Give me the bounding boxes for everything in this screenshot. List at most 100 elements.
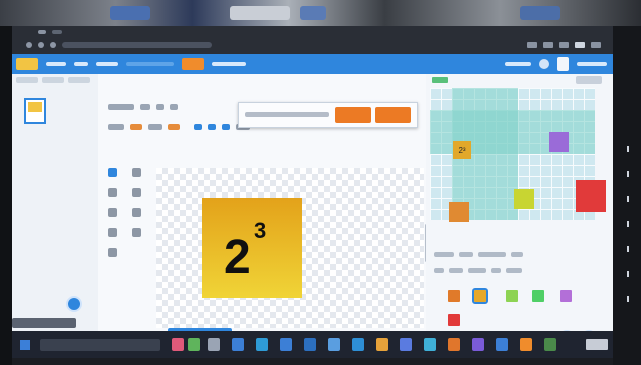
stroke-label <box>148 124 162 130</box>
profile-icon[interactable] <box>575 42 585 48</box>
taskbar-app-icon[interactable] <box>280 338 292 351</box>
menu-icon[interactable] <box>591 42 601 48</box>
color-swatch[interactable] <box>532 290 544 302</box>
grid-tile[interactable] <box>549 132 569 152</box>
arrange-icon[interactable] <box>222 124 230 130</box>
grid-tile[interactable] <box>449 202 469 222</box>
menu-item[interactable] <box>96 62 118 66</box>
reload-icon[interactable] <box>50 42 56 48</box>
color-swatch[interactable] <box>560 290 572 302</box>
avatar[interactable] <box>557 57 569 71</box>
account-menu[interactable] <box>577 62 607 66</box>
browser-tab-strip <box>38 30 598 38</box>
hand-tool-icon[interactable] <box>132 168 141 177</box>
taskbar-app-icon[interactable] <box>232 338 244 351</box>
stroke-color-swatch[interactable] <box>168 124 180 130</box>
taskbar-clock[interactable] <box>586 339 608 350</box>
start-menu-icon[interactable] <box>20 340 30 350</box>
menu-item[interactable] <box>212 62 246 66</box>
taskbar-app-icon[interactable] <box>256 338 268 351</box>
address-bar[interactable] <box>62 42 212 48</box>
add-page-fab-icon[interactable] <box>66 296 82 312</box>
extension-icon[interactable] <box>527 42 537 48</box>
color-swatch[interactable] <box>506 290 518 302</box>
panel-tabs <box>16 77 94 85</box>
bold-icon[interactable] <box>156 104 164 110</box>
filter-chip[interactable] <box>434 252 454 257</box>
dialog-secondary-button[interactable] <box>375 107 411 123</box>
background-photo-strip <box>0 0 641 26</box>
taskbar-app-icon[interactable] <box>304 338 316 351</box>
menu-item[interactable] <box>46 62 66 66</box>
extension-icon[interactable] <box>543 42 553 48</box>
select-tool-icon[interactable] <box>108 168 117 177</box>
category-chip[interactable] <box>468 268 486 273</box>
taskbar-app-icon[interactable] <box>448 338 460 351</box>
align-icon[interactable] <box>194 124 202 130</box>
color-swatch[interactable] <box>448 290 460 302</box>
font-select[interactable] <box>108 104 134 110</box>
pencil-tool-icon[interactable] <box>108 188 117 197</box>
text-tool-icon[interactable] <box>132 208 141 217</box>
color-swatch[interactable] <box>448 314 460 326</box>
power-image-card[interactable]: 2 3 <box>202 198 302 298</box>
line-tool-icon[interactable] <box>108 228 117 237</box>
grid-tile[interactable] <box>576 180 606 212</box>
tab-layers[interactable] <box>42 77 64 83</box>
menu-item[interactable] <box>505 62 531 66</box>
category-chip[interactable] <box>506 268 522 273</box>
font-size-select[interactable] <box>140 104 150 110</box>
app-header <box>12 54 613 74</box>
tab-pages[interactable] <box>16 77 38 83</box>
shape-tool-icon[interactable] <box>132 228 141 237</box>
filter-chip[interactable] <box>511 252 523 257</box>
fill-color-swatch[interactable] <box>130 124 142 130</box>
distribute-icon[interactable] <box>208 124 216 130</box>
taskbar-app-icon[interactable] <box>400 338 412 351</box>
category-chip[interactable] <box>434 268 444 273</box>
tool-palette <box>108 168 148 268</box>
monitor-screen: 2 3 2³ <box>12 26 613 358</box>
taskbar-app-icon[interactable] <box>544 338 556 351</box>
zoom-control[interactable] <box>12 318 76 328</box>
grid-tile[interactable]: 2³ <box>453 141 471 159</box>
monitor-bezel-right <box>613 26 641 365</box>
color-swatch-selected[interactable] <box>472 288 488 304</box>
taskbar-app-icon[interactable] <box>328 338 340 351</box>
taskbar-app-icon[interactable] <box>208 338 220 351</box>
dialog-primary-button[interactable] <box>335 107 371 123</box>
italic-icon[interactable] <box>170 104 178 110</box>
taskbar-app-icon[interactable] <box>188 338 200 351</box>
taskbar-app-icon[interactable] <box>172 338 184 351</box>
taskbar-app-icon[interactable] <box>472 338 484 351</box>
upgrade-button[interactable] <box>182 58 204 70</box>
eraser-tool-icon[interactable] <box>108 208 117 217</box>
menu-item[interactable] <box>74 62 88 66</box>
back-icon[interactable] <box>26 42 32 48</box>
taskbar-app-icon[interactable] <box>352 338 364 351</box>
brush-tool-icon[interactable] <box>132 188 141 197</box>
tab-assets[interactable] <box>68 77 90 83</box>
image-tool-icon[interactable] <box>108 248 117 257</box>
filter-chip[interactable] <box>459 252 473 257</box>
help-icon[interactable] <box>539 59 549 69</box>
taskbar-app-icon[interactable] <box>496 338 508 351</box>
forward-icon[interactable] <box>38 42 44 48</box>
browser-toolbar <box>26 40 601 50</box>
panel-controls[interactable] <box>576 76 602 84</box>
dialog-message <box>245 112 329 117</box>
page-thumbnail[interactable] <box>24 98 46 124</box>
extension-icon[interactable] <box>559 42 569 48</box>
file-name-field[interactable] <box>126 62 174 66</box>
taskbar-app-icon[interactable] <box>376 338 388 351</box>
filter-chip[interactable] <box>478 252 506 257</box>
taskbar-app-icon[interactable] <box>520 338 532 351</box>
category-chip[interactable] <box>491 268 501 273</box>
grid-tile[interactable] <box>514 189 534 209</box>
app-logo[interactable] <box>16 58 38 70</box>
style-toolbar <box>108 122 250 132</box>
taskbar-app-icon[interactable] <box>424 338 436 351</box>
taskbar-search-field[interactable] <box>40 339 160 351</box>
category-chip[interactable] <box>449 268 463 273</box>
os-taskbar <box>12 331 613 358</box>
